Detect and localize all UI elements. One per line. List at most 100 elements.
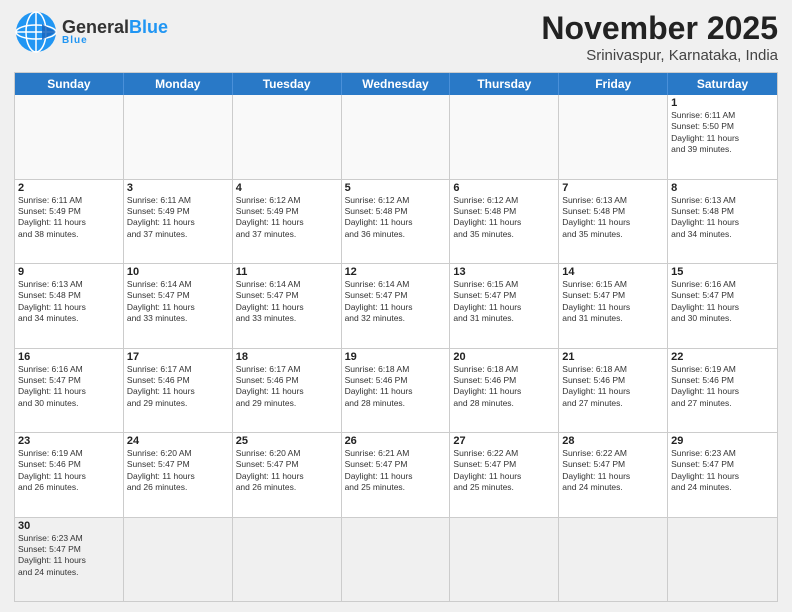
calendar-cell-3-0: 16Sunrise: 6:16 AM Sunset: 5:47 PM Dayli… [15, 349, 124, 433]
day-number-17: 17 [127, 351, 229, 363]
day-number-16: 16 [18, 351, 120, 363]
day-number-18: 18 [236, 351, 338, 363]
day-number-3: 3 [127, 182, 229, 194]
day-info-27: Sunrise: 6:22 AM Sunset: 5:47 PM Dayligh… [453, 448, 555, 494]
calendar-cell-3-5: 21Sunrise: 6:18 AM Sunset: 5:46 PM Dayli… [559, 349, 668, 433]
calendar-cell-1-0: 2Sunrise: 6:11 AM Sunset: 5:49 PM Daylig… [15, 180, 124, 264]
day-info-15: Sunrise: 6:16 AM Sunset: 5:47 PM Dayligh… [671, 279, 774, 325]
calendar-cell-0-2 [233, 95, 342, 179]
calendar-cell-5-4 [450, 518, 559, 602]
day-number-12: 12 [345, 266, 447, 278]
calendar-cell-0-3 [342, 95, 451, 179]
day-number-30: 30 [18, 520, 120, 532]
day-number-26: 26 [345, 435, 447, 447]
calendar-cell-5-6 [668, 518, 777, 602]
day-info-28: Sunrise: 6:22 AM Sunset: 5:47 PM Dayligh… [562, 448, 664, 494]
header-tuesday: Tuesday [233, 73, 342, 95]
day-info-9: Sunrise: 6:13 AM Sunset: 5:48 PM Dayligh… [18, 279, 120, 325]
calendar-cell-2-0: 9Sunrise: 6:13 AM Sunset: 5:48 PM Daylig… [15, 264, 124, 348]
day-number-6: 6 [453, 182, 555, 194]
day-info-24: Sunrise: 6:20 AM Sunset: 5:47 PM Dayligh… [127, 448, 229, 494]
day-info-10: Sunrise: 6:14 AM Sunset: 5:47 PM Dayligh… [127, 279, 229, 325]
calendar-cell-1-5: 7Sunrise: 6:13 AM Sunset: 5:48 PM Daylig… [559, 180, 668, 264]
calendar-cell-1-3: 5Sunrise: 6:12 AM Sunset: 5:48 PM Daylig… [342, 180, 451, 264]
calendar-cell-3-6: 22Sunrise: 6:19 AM Sunset: 5:46 PM Dayli… [668, 349, 777, 433]
day-number-19: 19 [345, 351, 447, 363]
day-number-4: 4 [236, 182, 338, 194]
calendar-cell-3-1: 17Sunrise: 6:17 AM Sunset: 5:46 PM Dayli… [124, 349, 233, 433]
calendar-cell-3-3: 19Sunrise: 6:18 AM Sunset: 5:46 PM Dayli… [342, 349, 451, 433]
logo-blue: Blue [129, 17, 168, 37]
calendar-cell-2-1: 10Sunrise: 6:14 AM Sunset: 5:47 PM Dayli… [124, 264, 233, 348]
day-info-21: Sunrise: 6:18 AM Sunset: 5:46 PM Dayligh… [562, 364, 664, 410]
calendar-week-2: 9Sunrise: 6:13 AM Sunset: 5:48 PM Daylig… [15, 263, 777, 348]
day-info-6: Sunrise: 6:12 AM Sunset: 5:48 PM Dayligh… [453, 195, 555, 241]
calendar-cell-2-4: 13Sunrise: 6:15 AM Sunset: 5:47 PM Dayli… [450, 264, 559, 348]
day-number-13: 13 [453, 266, 555, 278]
day-info-1: Sunrise: 6:11 AM Sunset: 5:50 PM Dayligh… [671, 110, 774, 156]
calendar-cell-0-0 [15, 95, 124, 179]
day-info-2: Sunrise: 6:11 AM Sunset: 5:49 PM Dayligh… [18, 195, 120, 241]
day-number-2: 2 [18, 182, 120, 194]
day-number-7: 7 [562, 182, 664, 194]
day-info-5: Sunrise: 6:12 AM Sunset: 5:48 PM Dayligh… [345, 195, 447, 241]
calendar-week-5: 30Sunrise: 6:23 AM Sunset: 5:47 PM Dayli… [15, 517, 777, 602]
day-number-11: 11 [236, 266, 338, 278]
day-number-15: 15 [671, 266, 774, 278]
day-number-8: 8 [671, 182, 774, 194]
logo: GeneralBlue Blue [14, 10, 168, 54]
day-info-17: Sunrise: 6:17 AM Sunset: 5:46 PM Dayligh… [127, 364, 229, 410]
day-number-5: 5 [345, 182, 447, 194]
day-info-29: Sunrise: 6:23 AM Sunset: 5:47 PM Dayligh… [671, 448, 774, 494]
calendar-cell-0-5 [559, 95, 668, 179]
day-info-7: Sunrise: 6:13 AM Sunset: 5:48 PM Dayligh… [562, 195, 664, 241]
header-monday: Monday [124, 73, 233, 95]
day-number-14: 14 [562, 266, 664, 278]
header-sunday: Sunday [15, 73, 124, 95]
day-info-19: Sunrise: 6:18 AM Sunset: 5:46 PM Dayligh… [345, 364, 447, 410]
day-info-26: Sunrise: 6:21 AM Sunset: 5:47 PM Dayligh… [345, 448, 447, 494]
day-number-1: 1 [671, 97, 774, 109]
calendar-cell-0-1 [124, 95, 233, 179]
day-number-27: 27 [453, 435, 555, 447]
day-number-22: 22 [671, 351, 774, 363]
day-number-24: 24 [127, 435, 229, 447]
day-number-10: 10 [127, 266, 229, 278]
calendar-cell-4-2: 25Sunrise: 6:20 AM Sunset: 5:47 PM Dayli… [233, 433, 342, 517]
day-number-28: 28 [562, 435, 664, 447]
calendar-week-0: 1Sunrise: 6:11 AM Sunset: 5:50 PM Daylig… [15, 95, 777, 179]
calendar-cell-5-0: 30Sunrise: 6:23 AM Sunset: 5:47 PM Dayli… [15, 518, 124, 602]
calendar-cell-2-5: 14Sunrise: 6:15 AM Sunset: 5:47 PM Dayli… [559, 264, 668, 348]
header-saturday: Saturday [668, 73, 777, 95]
calendar-cell-2-6: 15Sunrise: 6:16 AM Sunset: 5:47 PM Dayli… [668, 264, 777, 348]
day-number-20: 20 [453, 351, 555, 363]
page: GeneralBlue Blue November 2025 Srinivasp… [0, 0, 792, 612]
month-year-title: November 2025 [541, 10, 778, 47]
day-info-3: Sunrise: 6:11 AM Sunset: 5:49 PM Dayligh… [127, 195, 229, 241]
calendar-cell-2-3: 12Sunrise: 6:14 AM Sunset: 5:47 PM Dayli… [342, 264, 451, 348]
logo-icon [14, 10, 58, 54]
calendar-cell-1-6: 8Sunrise: 6:13 AM Sunset: 5:48 PM Daylig… [668, 180, 777, 264]
day-number-21: 21 [562, 351, 664, 363]
calendar-cell-3-4: 20Sunrise: 6:18 AM Sunset: 5:46 PM Dayli… [450, 349, 559, 433]
calendar-header: Sunday Monday Tuesday Wednesday Thursday… [15, 73, 777, 95]
calendar-week-3: 16Sunrise: 6:16 AM Sunset: 5:47 PM Dayli… [15, 348, 777, 433]
calendar-cell-5-5 [559, 518, 668, 602]
day-info-22: Sunrise: 6:19 AM Sunset: 5:46 PM Dayligh… [671, 364, 774, 410]
day-info-4: Sunrise: 6:12 AM Sunset: 5:49 PM Dayligh… [236, 195, 338, 241]
logo-name: GeneralBlue Blue [62, 18, 168, 46]
day-info-30: Sunrise: 6:23 AM Sunset: 5:47 PM Dayligh… [18, 533, 120, 579]
title-block: November 2025 Srinivaspur, Karnataka, In… [541, 10, 778, 64]
header-friday: Friday [559, 73, 668, 95]
day-info-11: Sunrise: 6:14 AM Sunset: 5:47 PM Dayligh… [236, 279, 338, 325]
calendar-cell-5-2 [233, 518, 342, 602]
day-info-13: Sunrise: 6:15 AM Sunset: 5:47 PM Dayligh… [453, 279, 555, 325]
calendar-week-1: 2Sunrise: 6:11 AM Sunset: 5:49 PM Daylig… [15, 179, 777, 264]
calendar-cell-0-6: 1Sunrise: 6:11 AM Sunset: 5:50 PM Daylig… [668, 95, 777, 179]
calendar-cell-5-1 [124, 518, 233, 602]
location-subtitle: Srinivaspur, Karnataka, India [541, 47, 778, 64]
logo-name-top: GeneralBlue [62, 18, 168, 36]
day-info-25: Sunrise: 6:20 AM Sunset: 5:47 PM Dayligh… [236, 448, 338, 494]
day-info-20: Sunrise: 6:18 AM Sunset: 5:46 PM Dayligh… [453, 364, 555, 410]
day-info-8: Sunrise: 6:13 AM Sunset: 5:48 PM Dayligh… [671, 195, 774, 241]
